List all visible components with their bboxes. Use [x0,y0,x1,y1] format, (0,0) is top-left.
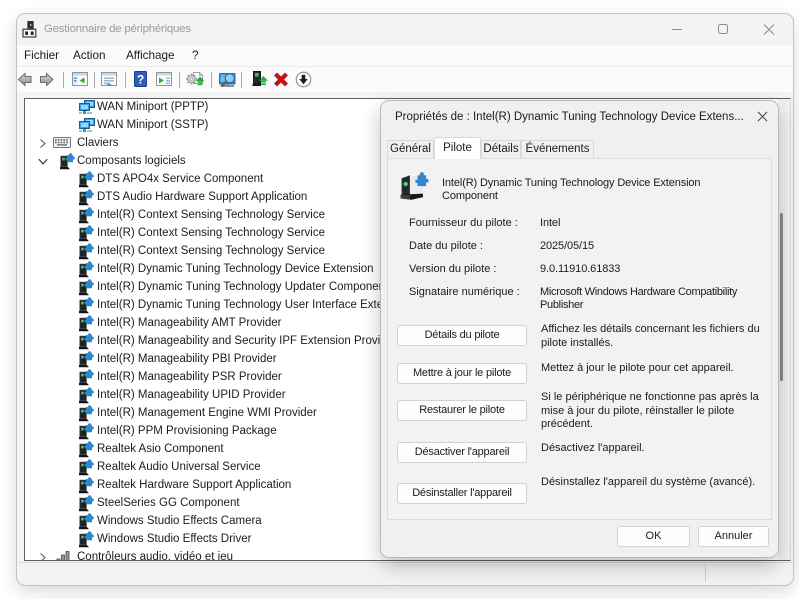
svg-text:?: ? [137,73,144,87]
